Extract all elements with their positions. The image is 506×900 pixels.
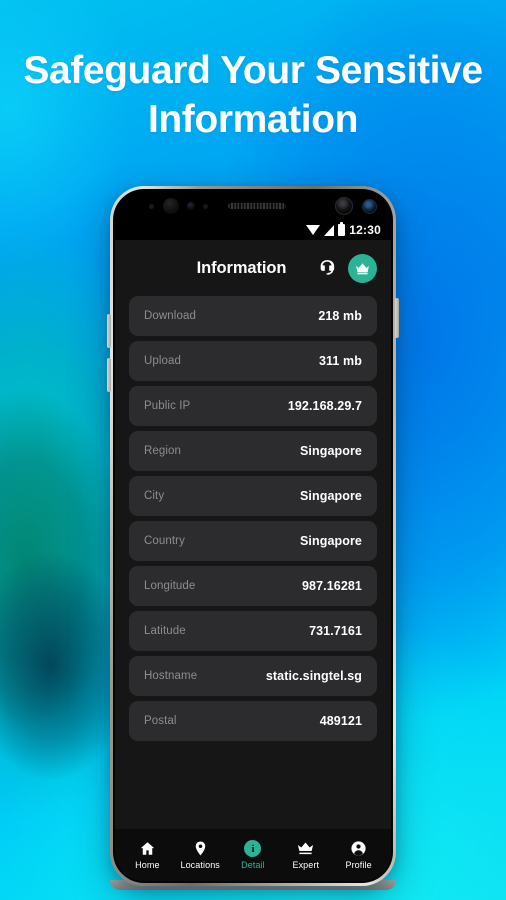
headset-support-icon (320, 260, 335, 275)
row-label: Public IP (144, 400, 191, 412)
page-title: Information (196, 258, 287, 277)
table-row[interactable]: City Singapore (129, 476, 377, 516)
promo-poster: Safeguard Your Sensitive Information 12:… (0, 0, 506, 900)
phone-screen: 12:30 Information Download 218 mb Upload… (115, 191, 391, 881)
row-label: City (144, 490, 165, 502)
iris-scanner-icon (187, 202, 195, 210)
phone-inner-frame: 12:30 Information Download 218 mb Upload… (113, 189, 393, 883)
row-value: Singapore (299, 444, 362, 458)
sensor-dot-icon (149, 204, 154, 209)
battery-icon (338, 222, 346, 236)
crown-icon (296, 840, 315, 857)
nav-item-locations[interactable]: Locations (175, 840, 225, 870)
status-bar-clock: 12:30 (349, 223, 381, 237)
row-value: 731.7161 (309, 624, 362, 638)
poster-headline: Safeguard Your Sensitive Information (23, 49, 483, 141)
table-row[interactable]: Postal 489121 (129, 701, 377, 741)
secondary-camera-icon (335, 197, 353, 215)
table-row[interactable]: Public IP 192.168.29.7 (129, 386, 377, 426)
table-row[interactable]: Longitude 987.16281 (129, 566, 377, 606)
row-value: 987.16281 (302, 579, 362, 593)
row-value: Singapore (299, 534, 362, 548)
status-bar: 12:30 (115, 220, 391, 240)
row-value: 218 mb (318, 309, 362, 323)
premium-upgrade-button[interactable] (348, 253, 377, 283)
info-icon: i (244, 840, 262, 857)
row-label: Country (144, 535, 185, 547)
tertiary-sensor-icon (362, 199, 377, 214)
row-value: 311 mb (319, 354, 362, 368)
table-row[interactable]: Country Singapore (129, 521, 377, 561)
table-row[interactable]: Upload 311 mb (129, 341, 377, 381)
nav-label: Expert (292, 860, 320, 870)
row-label: Download (144, 310, 196, 322)
info-icon-glyph: i (244, 840, 262, 857)
app-header: Information (115, 240, 391, 296)
table-row[interactable]: Region Singapore (129, 431, 377, 471)
earpiece-speaker-icon (228, 203, 286, 209)
table-row[interactable]: Download 218 mb (129, 296, 377, 336)
nav-item-profile[interactable]: Profile (334, 840, 384, 870)
nav-label: Home (135, 860, 160, 870)
row-label: Longitude (144, 580, 196, 592)
phone-top-bezel (115, 191, 391, 220)
nav-label: Detail (241, 860, 265, 870)
row-label: Upload (144, 355, 182, 367)
nav-item-home[interactable]: Home (122, 840, 172, 870)
power-button[interactable] (395, 298, 399, 338)
person-badge-icon (350, 840, 367, 857)
nav-label: Locations (180, 860, 220, 870)
app-content: Information Download 218 mb Upload 311 m… (115, 240, 391, 881)
volume-down-button[interactable] (107, 358, 111, 392)
row-label: Latitude (144, 625, 186, 637)
proximity-sensor-icon (203, 204, 208, 209)
nav-label: Profile (345, 860, 372, 870)
nav-item-expert[interactable]: Expert (281, 840, 331, 870)
row-label: Postal (144, 715, 177, 727)
header-actions (314, 253, 377, 283)
wifi-icon (306, 224, 321, 235)
home-icon (139, 840, 156, 857)
row-label: Hostname (144, 670, 198, 682)
table-row[interactable]: Latitude 731.7161 (129, 611, 377, 651)
nav-item-detail[interactable]: i Detail (228, 840, 278, 870)
table-row[interactable]: Hostname static.singtel.sg (129, 656, 377, 696)
row-value: 489121 (319, 714, 362, 728)
support-button[interactable] (314, 255, 340, 281)
row-label: Region (144, 445, 182, 457)
phone-mockup: 12:30 Information Download 218 mb Upload… (107, 186, 399, 886)
crown-icon (356, 262, 369, 274)
information-list: Download 218 mb Upload 311 mb Public IP … (115, 296, 391, 829)
row-value: 192.168.29.7 (287, 399, 362, 413)
row-value: static.singtel.sg (265, 669, 362, 683)
map-pin-icon (192, 840, 209, 857)
bottom-navigation-bar: Home Locations i Detail Expert Profile (115, 829, 391, 881)
cellular-signal-icon (324, 224, 335, 236)
front-camera-icon (163, 198, 179, 214)
volume-up-button[interactable] (107, 314, 111, 348)
row-value: Singapore (299, 489, 362, 503)
